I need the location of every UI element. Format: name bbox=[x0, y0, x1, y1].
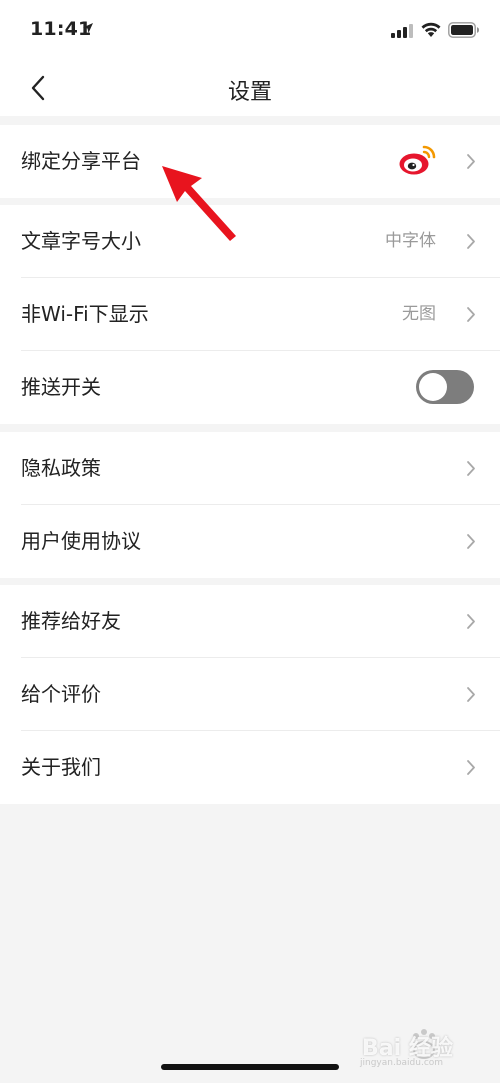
row-about-us[interactable]: 关于我们 bbox=[0, 731, 500, 804]
row-privacy-policy[interactable]: 隐私政策 bbox=[0, 432, 500, 505]
chevron-right-icon bbox=[467, 760, 475, 775]
chevron-right-icon bbox=[467, 154, 475, 169]
row-label: 给个评价 bbox=[21, 682, 101, 706]
toggle-knob bbox=[419, 373, 447, 401]
row-value: 中字体 bbox=[385, 231, 436, 251]
chevron-right-icon bbox=[467, 687, 475, 702]
settings-group-about: 推荐给好友 给个评价 关于我们 bbox=[0, 585, 500, 804]
row-value: 无图 bbox=[402, 304, 436, 324]
row-user-agreement[interactable]: 用户使用协议 bbox=[0, 505, 500, 578]
row-label: 关于我们 bbox=[21, 755, 101, 779]
page-title: 设置 bbox=[227, 80, 272, 105]
row-label: 绑定分享平台 bbox=[21, 149, 141, 173]
settings-group-display: 文章字号大小 中字体 非Wi-Fi下显示 无图 推送开关 bbox=[0, 205, 500, 424]
home-indicator[interactable] bbox=[161, 1064, 339, 1070]
row-label: 用户使用协议 bbox=[21, 529, 141, 553]
status-bar: 11:41 bbox=[0, 0, 500, 60]
watermark-subtext: jingyan.baidu.com bbox=[360, 1058, 444, 1068]
row-recommend-friends[interactable]: 推荐给好友 bbox=[0, 585, 500, 658]
row-push-switch: 推送开关 bbox=[0, 351, 500, 424]
push-toggle[interactable] bbox=[416, 370, 474, 404]
location-arrow-icon bbox=[83, 23, 93, 33]
chevron-right-icon bbox=[467, 534, 475, 549]
settings-group-share: 绑定分享平台 bbox=[0, 125, 500, 198]
cellular-signal-icon bbox=[391, 24, 413, 38]
row-bind-share-platform[interactable]: 绑定分享平台 bbox=[0, 125, 500, 198]
row-label: 推送开关 bbox=[21, 375, 101, 399]
chevron-right-icon bbox=[467, 307, 475, 322]
row-rate-app[interactable]: 给个评价 bbox=[0, 658, 500, 731]
chevron-right-icon bbox=[467, 234, 475, 249]
row-label: 非Wi-Fi下显示 bbox=[21, 302, 149, 326]
wifi-icon bbox=[421, 22, 441, 37]
battery-icon bbox=[448, 22, 479, 38]
weibo-icon bbox=[399, 145, 436, 175]
row-label: 隐私政策 bbox=[21, 456, 101, 480]
row-non-wifi-display[interactable]: 非Wi-Fi下显示 无图 bbox=[0, 278, 500, 351]
chevron-right-icon bbox=[467, 614, 475, 629]
chevron-right-icon bbox=[467, 461, 475, 476]
row-label: 推荐给好友 bbox=[21, 609, 121, 633]
nav-bar: 设置 bbox=[0, 60, 500, 116]
settings-group-legal: 隐私政策 用户使用协议 bbox=[0, 432, 500, 578]
annotation-arrow-icon bbox=[162, 166, 236, 241]
row-font-size[interactable]: 文章字号大小 中字体 bbox=[0, 205, 500, 278]
row-label: 文章字号大小 bbox=[21, 229, 141, 253]
